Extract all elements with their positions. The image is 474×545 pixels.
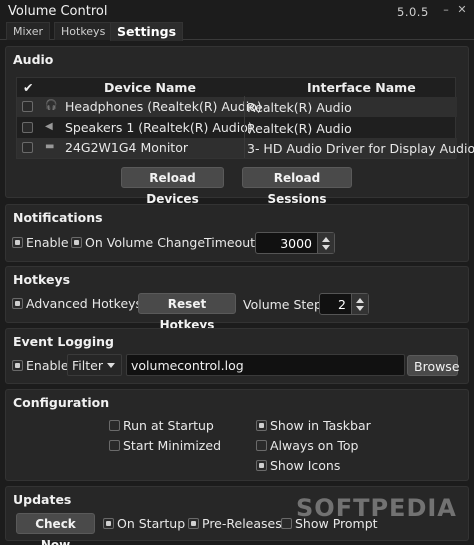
pre-releases-checkbox[interactable]: Pre-Releases [188, 516, 282, 531]
device-name: Headphones (Realtek(R) Audio) [65, 99, 262, 114]
checkbox-label: Always on Top [270, 438, 359, 453]
table-header: ✔ Device Name Interface Name [17, 78, 457, 96]
show-icons-checkbox[interactable]: Show Icons [256, 458, 340, 473]
column-divider [244, 96, 245, 158]
checkbox-box[interactable] [256, 440, 267, 451]
interface-name: Realtek(R) Audio [247, 121, 352, 136]
checkbox-label: Advanced Hotkeys [26, 296, 143, 311]
monitor-icon: ▬ [45, 141, 55, 152]
volume-step-label: Volume Step [243, 297, 322, 312]
tab-bar: Mixer Hotkeys Settings [0, 22, 474, 41]
interface-name-header[interactable]: Interface Name [307, 80, 416, 95]
close-icon[interactable]: ✕ [456, 3, 468, 17]
table-row[interactable]: 🎧 Headphones (Realtek(R) Audio) Realtek(… [17, 97, 457, 117]
filter-value: Filter [72, 358, 103, 373]
device-name-header[interactable]: Device Name [104, 80, 196, 95]
checkbox-box[interactable] [12, 360, 23, 371]
checkbox-box[interactable] [256, 460, 267, 471]
device-table: ✔ Device Name Interface Name 🎧 Headphone… [16, 77, 474, 159]
spin-arrows[interactable] [317, 233, 334, 253]
checkbox-box[interactable] [71, 237, 82, 248]
title-bar: Volume Control 5.0.5 – ✕ [0, 0, 474, 22]
device-name: 24G2W1G4 Monitor [65, 140, 188, 155]
softpedia-watermark: SOFTPEDIA [296, 494, 457, 522]
reload-sessions-button[interactable]: Reload Sessions [242, 167, 352, 206]
on-startup-checkbox[interactable]: On Startup [103, 516, 185, 531]
checkbox-label: Start Minimized [123, 438, 221, 453]
start-minimized-checkbox[interactable]: Start Minimized [109, 438, 221, 453]
reset-hotkeys-button[interactable]: Reset Hotkeys [138, 293, 236, 332]
on-volume-change-checkbox[interactable]: On Volume Change [71, 235, 205, 250]
timeout-spinbox[interactable]: 3000 [255, 232, 335, 254]
checkbox-label: Enable [26, 235, 69, 250]
checkbox-label: Show Icons [270, 458, 341, 473]
checkbox-label: Show in Taskbar [270, 418, 371, 433]
log-file-input[interactable] [131, 357, 401, 374]
speaker-icon: ◀ [45, 121, 53, 132]
always-on-top-checkbox[interactable]: Always on Top [256, 438, 358, 453]
spin-up-icon[interactable] [322, 237, 330, 242]
timeout-value[interactable]: 3000 [280, 236, 312, 251]
check-now-button[interactable]: Check Now [16, 513, 95, 545]
checkbox-box[interactable] [12, 237, 23, 248]
advanced-hotkeys-checkbox[interactable]: Advanced Hotkeys [12, 296, 142, 311]
hotkeys-panel: Hotkeys [5, 266, 469, 323]
checkbox-box[interactable] [109, 440, 120, 451]
filter-dropdown[interactable]: Filter [67, 354, 122, 376]
checkbox-label: On Startup [117, 516, 186, 531]
spin-up-icon[interactable] [356, 298, 364, 303]
audio-title: Audio [13, 52, 54, 67]
checkbox-box[interactable] [12, 298, 23, 309]
show-in-taskbar-checkbox[interactable]: Show in Taskbar [256, 418, 371, 433]
updates-title: Updates [13, 492, 72, 507]
version-label: 5.0.5 [397, 5, 429, 19]
notifications-enable-checkbox[interactable]: Enable [12, 235, 69, 250]
run-at-startup-checkbox[interactable]: Run at Startup [109, 418, 214, 433]
checkbox-label: On Volume Change [85, 235, 206, 250]
table-row[interactable]: ▬ 24G2W1G4 Monitor 3- HD Audio Driver fo… [17, 138, 474, 158]
configuration-title: Configuration [13, 395, 110, 410]
configuration-panel: Configuration [5, 389, 469, 481]
logging-enable-checkbox[interactable]: Enable [12, 358, 69, 373]
hotkeys-title: Hotkeys [13, 272, 71, 287]
checkbox-box[interactable] [188, 518, 199, 529]
volume-step-value[interactable]: 2 [338, 297, 346, 312]
browse-button[interactable]: Browse [407, 355, 460, 376]
notifications-panel: Notifications [5, 204, 469, 262]
device-name: Speakers 1 (Realtek(R) Audio) [65, 120, 253, 135]
check-column-icon: ✔ [23, 80, 34, 95]
window-title: Volume Control [8, 4, 108, 19]
checkbox-label: Enable [26, 358, 69, 373]
reload-devices-button[interactable]: Reload Devices [121, 167, 224, 206]
minimize-icon[interactable]: – [440, 3, 452, 17]
tab-hotkeys[interactable]: Hotkeys [54, 22, 113, 40]
interface-name: 3- HD Audio Driver for Display Audio [247, 141, 474, 156]
device-checkbox[interactable] [22, 122, 33, 133]
spin-down-icon[interactable] [356, 306, 364, 311]
spin-down-icon[interactable] [322, 245, 330, 250]
notifications-title: Notifications [13, 210, 103, 225]
checkbox-box[interactable] [103, 518, 114, 529]
checkbox-label: Run at Startup [123, 418, 214, 433]
headphones-icon: 🎧 [45, 100, 58, 111]
device-checkbox[interactable] [22, 101, 33, 112]
device-checkbox[interactable] [22, 142, 33, 153]
table-row[interactable]: ◀ Speakers 1 (Realtek(R) Audio) Realtek(… [17, 118, 457, 138]
spin-arrows[interactable] [351, 294, 368, 314]
volume-step-spinbox[interactable]: 2 [319, 293, 369, 315]
chevron-down-icon [107, 363, 115, 368]
checkbox-box[interactable] [109, 420, 120, 431]
timeout-label: Timeout [204, 235, 256, 250]
checkbox-box[interactable] [281, 518, 292, 529]
checkbox-box[interactable] [256, 420, 267, 431]
event-logging-title: Event Logging [13, 334, 114, 349]
log-file-field[interactable] [126, 354, 405, 376]
interface-name: Realtek(R) Audio [247, 100, 352, 115]
tab-settings[interactable]: Settings [110, 22, 184, 41]
checkbox-label: Pre-Releases [202, 516, 282, 531]
tab-mixer[interactable]: Mixer [6, 22, 51, 40]
